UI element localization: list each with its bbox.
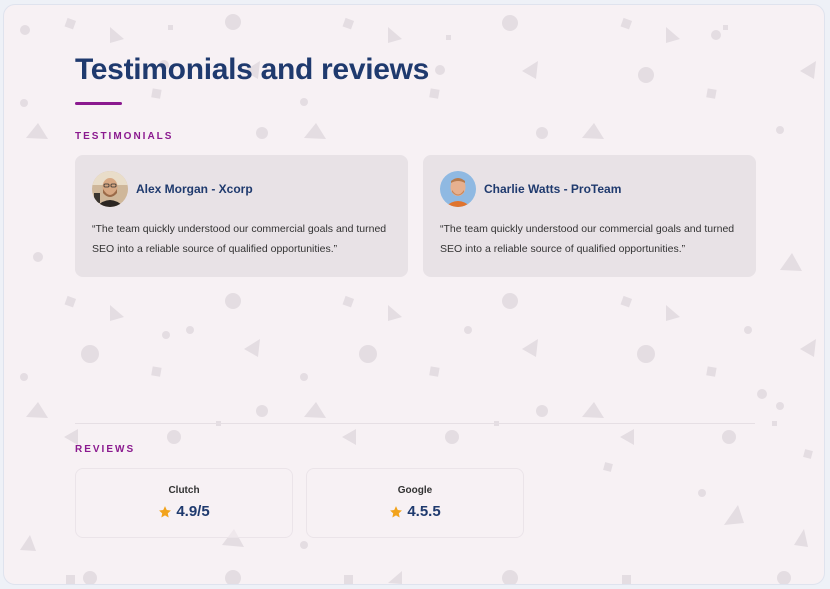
rating-value: 4.5.5 <box>407 503 441 520</box>
star-icon <box>159 505 172 517</box>
testimonial-card: Alex Morgan - Xcorp “The team quickly un… <box>75 155 408 277</box>
testimonial-quote: “The team quickly understood our commerc… <box>92 223 387 255</box>
testimonials-panel: Testimonials and reviews TESTIMONIALS Al… <box>3 4 825 585</box>
testimonial-quote: “The team quickly understood our commerc… <box>440 223 735 255</box>
title-underline <box>75 102 122 105</box>
testimonials-heading: TESTIMONIALS <box>75 131 174 142</box>
section-divider <box>75 423 755 424</box>
rating-value: 4.9/5 <box>176 503 210 520</box>
testimonial-author-row: Alex Morgan - Xcorp <box>92 171 392 207</box>
person-avatar-icon <box>440 171 476 207</box>
testimonial-author: Alex Morgan - Xcorp <box>136 182 253 196</box>
person-avatar-icon <box>92 171 128 207</box>
review-source: Clutch <box>168 485 200 496</box>
rating-row: 4.9/5 <box>76 503 292 520</box>
star-icon <box>390 505 403 517</box>
testimonial-author-row: Charlie Watts - ProTeam <box>440 171 740 207</box>
review-source: Google <box>397 485 433 496</box>
testimonial-author: Charlie Watts - ProTeam <box>484 182 622 196</box>
testimonial-card: Charlie Watts - ProTeam “The team quickl… <box>423 155 756 277</box>
page-title: Testimonials and reviews <box>75 53 430 86</box>
rating-row: 4.5.5 <box>307 503 523 520</box>
review-card-google: Google 4.5.5 <box>306 468 524 538</box>
review-card-clutch: Clutch 4.9/5 <box>75 468 293 538</box>
reviews-heading: REVIEWS <box>75 444 136 455</box>
